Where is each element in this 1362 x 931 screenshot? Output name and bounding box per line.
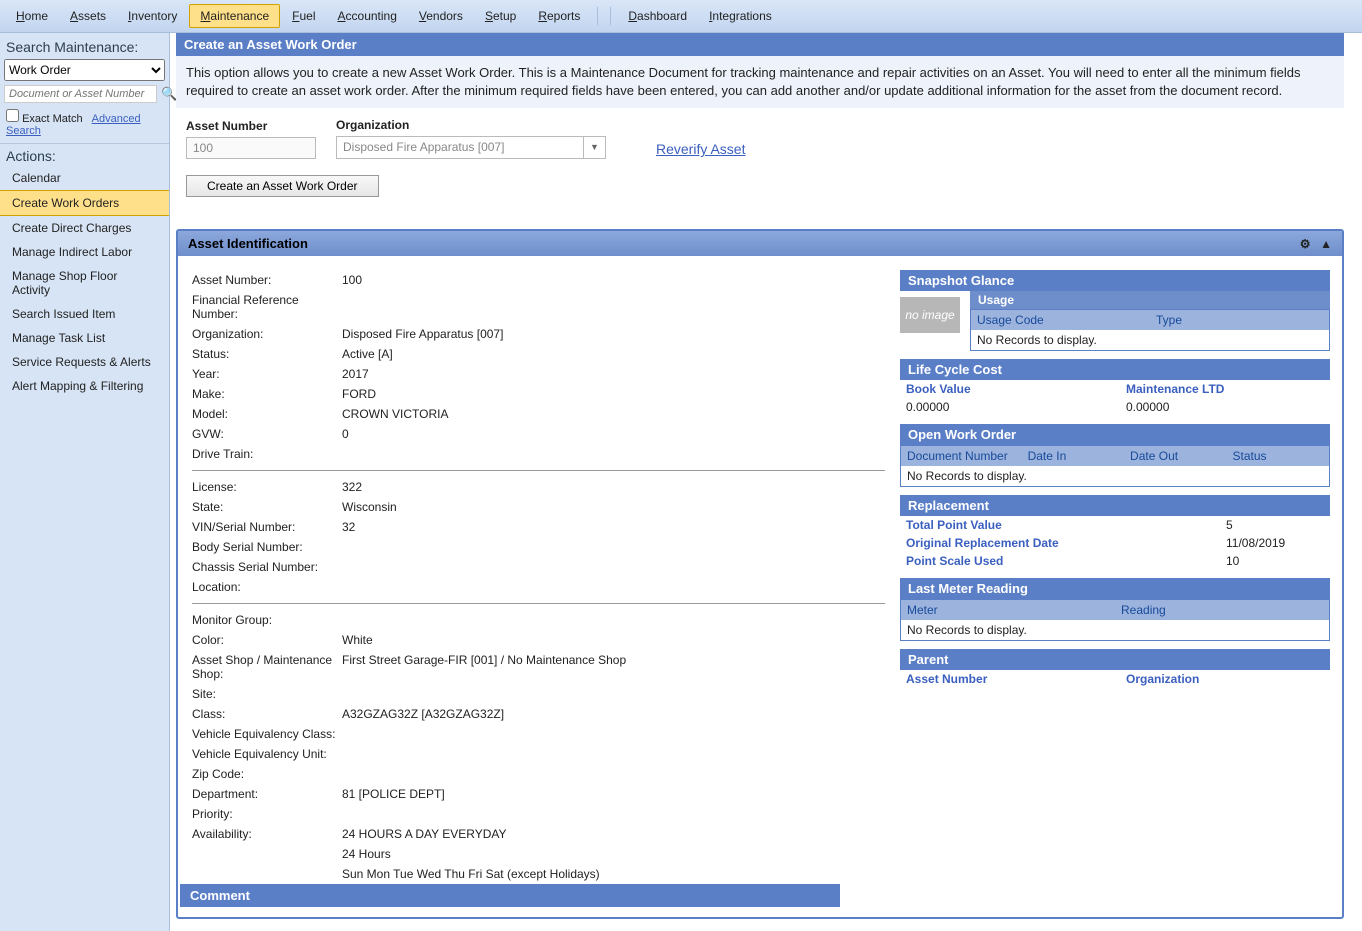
asset-identification-section: Asset Identification ⚙ ▲ Asset Number:10…	[176, 229, 1344, 919]
asset-number-label: Asset Number	[186, 119, 316, 133]
usage-header: Usage	[970, 291, 1330, 309]
field-row: Color:White	[192, 630, 885, 650]
field-row: Body Serial Number:	[192, 537, 885, 557]
collapse-icon[interactable]: ▲	[1320, 237, 1332, 251]
reverify-asset-link[interactable]: Reverify Asset	[656, 141, 745, 157]
field-row: VIN/Serial Number:32	[192, 517, 885, 537]
menu-dashboard[interactable]: Dashboard	[618, 5, 697, 27]
action-calendar[interactable]: Calendar	[0, 166, 169, 190]
openwo-header: Open Work Order	[900, 424, 1330, 445]
action-create-direct-charges[interactable]: Create Direct Charges	[0, 216, 169, 240]
menu-inventory[interactable]: Inventory	[118, 5, 187, 27]
field-row: Monitor Group:	[192, 610, 885, 630]
replacement-header: Replacement	[900, 495, 1330, 516]
field-row: Chassis Serial Number:	[192, 557, 885, 577]
action-manage-task-list[interactable]: Manage Task List	[0, 326, 169, 350]
field-row: Status:Active [A]	[192, 344, 885, 364]
action-service-requests-alerts[interactable]: Service Requests & Alerts	[0, 350, 169, 374]
field-row: Organization:Disposed Fire Apparatus [00…	[192, 324, 885, 344]
lifecycle-header: Life Cycle Cost	[900, 359, 1330, 380]
field-row: Asset Number:100	[192, 270, 885, 290]
asset-details-right: Snapshot Glance no image Usage Usage Cod…	[900, 270, 1330, 884]
snapshot-glance-header: Snapshot Glance	[900, 270, 1330, 291]
action-manage-shop-floor-activity[interactable]: Manage Shop Floor Activity	[0, 264, 169, 302]
menu-setup[interactable]: Setup	[475, 5, 526, 27]
organization-value: Disposed Fire Apparatus [007]	[343, 140, 504, 154]
field-row: Availability:24 HOURS A DAY EVERYDAY	[192, 824, 885, 844]
openwo-empty: No Records to display.	[901, 466, 1329, 486]
field-row: State:Wisconsin	[192, 497, 885, 517]
organization-label: Organization	[336, 118, 606, 132]
menu-integrations[interactable]: Integrations	[699, 5, 782, 27]
field-row: Vehicle Equivalency Unit:	[192, 744, 885, 764]
create-wo-description: This option allows you to create a new A…	[176, 56, 1344, 108]
create-asset-wo-button[interactable]: Create an Asset Work Order	[186, 175, 379, 197]
field-row: Zip Code:	[192, 764, 885, 784]
menu-accounting[interactable]: Accounting	[328, 5, 407, 27]
usage-empty: No Records to display.	[971, 330, 1329, 350]
chevron-down-icon[interactable]: ▼	[583, 137, 605, 158]
field-row: Financial Reference Number:	[192, 290, 885, 324]
actions-title: Actions:	[0, 143, 169, 166]
asset-details-left: Asset Number:100Financial Reference Numb…	[192, 270, 885, 884]
field-row: Year:2017	[192, 364, 885, 384]
field-row: Sun Mon Tue Wed Thu Fri Sat (except Holi…	[192, 864, 885, 884]
organization-combo[interactable]: Disposed Fire Apparatus [007] ▼	[336, 136, 606, 159]
action-search-issued-item[interactable]: Search Issued Item	[0, 302, 169, 326]
sidebar: Search Maintenance: Work Order 🔍 Exact M…	[0, 33, 170, 931]
gear-icon[interactable]: ⚙	[1300, 237, 1311, 251]
menu-assets[interactable]: Assets	[60, 5, 116, 27]
asset-identification-title: Asset Identification	[188, 236, 308, 251]
field-row: License:322	[192, 477, 885, 497]
field-row: Department:81 [POLICE DEPT]	[192, 784, 885, 804]
field-row: Site:	[192, 684, 885, 704]
doc-asset-input[interactable]	[4, 85, 157, 103]
action-manage-indirect-labor[interactable]: Manage Indirect Labor	[0, 240, 169, 264]
no-image-placeholder: no image	[900, 297, 960, 333]
field-row: Make:FORD	[192, 384, 885, 404]
field-row: Priority:	[192, 804, 885, 824]
action-create-work-orders[interactable]: Create Work Orders	[0, 190, 169, 216]
meter-empty: No Records to display.	[901, 620, 1329, 640]
field-row: Vehicle Equivalency Class:	[192, 724, 885, 744]
menu-vendors[interactable]: Vendors	[409, 5, 473, 27]
field-row: Class:A32GZAG32Z [A32GZAG32Z]	[192, 704, 885, 724]
field-row: Drive Train:	[192, 444, 885, 464]
exact-match-label: Exact Match	[22, 113, 83, 125]
menu-maintenance[interactable]: Maintenance	[189, 4, 280, 28]
field-row: Model:CROWN VICTORIA	[192, 404, 885, 424]
search-maintenance-title: Search Maintenance:	[0, 37, 169, 59]
menu-reports[interactable]: Reports	[528, 5, 590, 27]
create-wo-header: Create an Asset Work Order	[176, 33, 1344, 56]
top-menubar: HomeAssetsInventoryMaintenanceFuelAccoun…	[0, 0, 1362, 33]
field-row: 24 Hours	[192, 844, 885, 864]
exact-match-checkbox[interactable]	[6, 109, 19, 122]
content-area: Create an Asset Work Order This option a…	[170, 33, 1362, 931]
field-row: Asset Shop / Maintenance Shop:First Stre…	[192, 650, 885, 684]
asset-number-input[interactable]	[186, 137, 316, 159]
comment-header: Comment	[180, 884, 840, 907]
search-type-select[interactable]: Work Order	[4, 59, 165, 81]
action-alert-mapping-filtering[interactable]: Alert Mapping & Filtering	[0, 374, 169, 398]
field-row: Location:	[192, 577, 885, 597]
field-row: GVW:0	[192, 424, 885, 444]
menu-fuel[interactable]: Fuel	[282, 5, 325, 27]
parent-header: Parent	[900, 649, 1330, 670]
meter-header: Last Meter Reading	[900, 578, 1330, 599]
menu-home[interactable]: Home	[6, 5, 58, 27]
